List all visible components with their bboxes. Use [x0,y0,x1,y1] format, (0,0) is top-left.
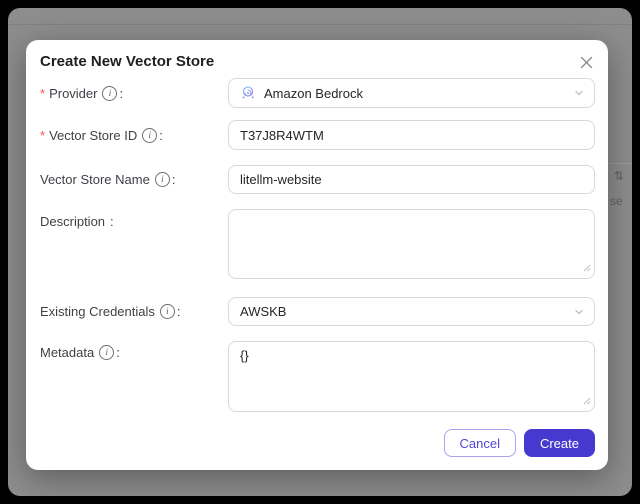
vector-store-name-field-wrap [228,165,595,194]
modal-title: Create New Vector Store [40,53,215,70]
colon: : [116,344,120,360]
metadata-label: Metadata i : [40,343,120,361]
provider-label-text: Provider [49,85,98,101]
required-mark: * [40,85,46,101]
description-label-text: Description [40,213,106,229]
metadata-field-wrap: {} [228,341,595,412]
background-partial-text: se [610,194,623,208]
vector-store-name-label: Vector Store Name i : [40,165,175,194]
chevron-down-icon [573,306,585,318]
colon: : [159,127,163,143]
description-label: Description : [40,212,114,230]
amazon-bedrock-icon [240,85,256,101]
vector-store-id-label-text: Vector Store ID [49,127,138,143]
vector-store-id-label: * Vector Store ID i : [40,120,163,150]
provider-label: * Provider i : [40,78,123,108]
existing-credentials-label-text: Existing Credentials [40,304,155,319]
provider-select[interactable]: Amazon Bedrock [228,78,595,108]
vector-store-name-label-text: Vector Store Name [40,172,150,187]
provider-select-value: Amazon Bedrock [264,85,363,101]
existing-credentials-select[interactable]: AWSKB [228,297,595,326]
colon: : [119,85,124,101]
background-table-edge [608,163,632,164]
info-icon[interactable]: i [154,172,170,187]
background-divider [8,24,632,25]
existing-credentials-label: Existing Credentials i : [40,297,181,326]
chevron-down-icon [573,87,585,99]
vector-store-id-field-wrap [228,120,595,150]
colon: : [171,172,176,187]
description-textarea[interactable] [229,210,594,278]
close-icon [580,56,592,68]
modal-footer: Cancel Create [443,429,595,457]
create-button[interactable]: Create [523,429,595,457]
sort-icon: ⇅ [614,169,625,183]
existing-credentials-select-value: AWSKB [240,304,287,319]
info-icon[interactable]: i [102,85,118,101]
cancel-button[interactable]: Cancel [443,429,516,457]
colon: : [176,304,181,319]
info-icon[interactable]: i [159,304,175,319]
info-icon[interactable]: i [142,127,158,143]
create-vector-store-modal: Create New Vector Store * Provider i : A… [26,40,608,470]
info-icon[interactable]: i [99,344,115,360]
colon: : [110,213,114,229]
vector-store-id-input[interactable] [229,121,594,149]
description-field-wrap [228,209,595,279]
metadata-textarea[interactable]: {} [229,342,594,411]
close-button[interactable] [577,53,595,71]
metadata-label-text: Metadata [40,344,95,360]
required-mark: * [40,127,46,143]
vector-store-name-input[interactable] [229,166,594,193]
